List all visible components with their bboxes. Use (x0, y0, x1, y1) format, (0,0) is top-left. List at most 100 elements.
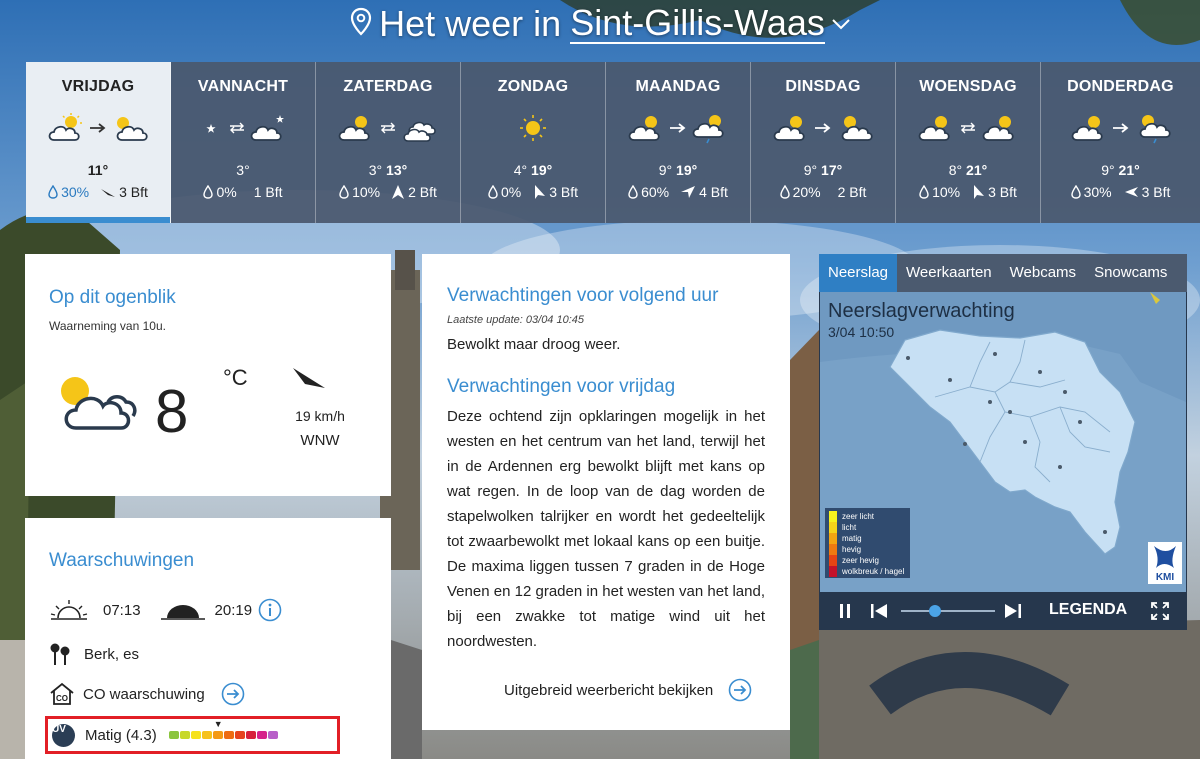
uv-index-row: UV Matig (4.3) ▼ (45, 716, 340, 754)
legend-label: wolkbreuk / hagel (842, 567, 905, 576)
legend-label: zeer licht (842, 512, 875, 521)
legend-row: matig (829, 533, 906, 544)
legend-row: wolkbreuk / hagel (829, 566, 906, 577)
day-icons (26, 108, 170, 148)
raindrop-icon (779, 185, 790, 199)
day-extra: 30% 3 Bft (26, 184, 170, 200)
rain-chance: 0% (216, 184, 237, 200)
shower-icon (1139, 115, 1171, 144)
tab-webcams[interactable]: Webcams (1001, 254, 1085, 292)
sun-times-row: 07:13 20:19 (49, 598, 282, 622)
min-temp: 4° (513, 162, 528, 178)
day-forecast-text: Deze ochtend zijn opklaringen mogelijk i… (447, 408, 765, 650)
min-temp: 8° (948, 162, 963, 178)
co-warning-text[interactable]: CO waarschuwing (83, 686, 205, 703)
raindrop-icon (48, 185, 58, 199)
night-cloud-icon (250, 115, 284, 141)
sun-icon (520, 115, 546, 141)
day-tile-donderdag[interactable]: DONDERDAG 9° 21° 30% 3 Bft (1041, 62, 1200, 223)
skip-forward-icon[interactable] (1004, 603, 1022, 619)
observation-time: Waarneming van 10u. (49, 319, 166, 333)
day-tile-zondag[interactable]: ZONDAG 4° 19° 0% 3 Bft (461, 62, 606, 223)
day-extra: 10% 2 Bft (316, 184, 460, 200)
wind-speed: 19 km/h (295, 408, 345, 424)
chevron-down-icon[interactable] (831, 17, 851, 31)
switch-arrows-icon (381, 122, 395, 134)
raindrop-icon (1070, 185, 1081, 199)
tab-neerslag[interactable]: Neerslag (819, 254, 898, 292)
day-temps: 3° (171, 162, 315, 178)
day-icons (171, 108, 315, 148)
arrow-circle-right-icon[interactable] (221, 682, 245, 706)
wind-arrow-icon (681, 186, 696, 198)
full-forecast-link-text[interactable]: Uitgebreid weerbericht bekijken (504, 682, 713, 699)
tab-weerkaarten[interactable]: Weerkaarten (897, 254, 1001, 292)
rain-chance: 0% (500, 184, 522, 200)
fullscreen-icon[interactable] (1151, 602, 1169, 620)
pollen-icon (50, 643, 70, 665)
max-temp: 13° (386, 162, 408, 178)
day-icons (1041, 108, 1200, 148)
day-extra: 60% 4 Bft (606, 184, 750, 200)
uv-marker: ▼ (213, 719, 223, 729)
day-temps: 9° 17° (751, 162, 895, 178)
skip-back-icon[interactable] (870, 603, 888, 619)
precipitation-legend: zeer licht licht matig hevig zeer hevig … (825, 508, 910, 578)
full-forecast-link[interactable]: Uitgebreid weerbericht bekijken (504, 678, 752, 702)
tab-snowcams[interactable]: Snowcams (1085, 254, 1176, 292)
day-extra: 10% 3 Bft (896, 184, 1040, 200)
day-tile-vannacht[interactable]: VANNACHT 3° 0% 1 Bft (171, 62, 316, 223)
partly-cloudy-icon (61, 377, 137, 430)
wind-direction: WNW (300, 432, 340, 449)
day-forecast-title: Verwachtingen voor vrijdag (447, 376, 676, 397)
day-temps: 11° (26, 162, 170, 178)
pause-icon[interactable] (838, 603, 852, 619)
pollen-text: Berk, es (84, 645, 140, 663)
day-temps: 3° 13° (316, 162, 460, 178)
sunset-time: 20:19 (214, 601, 253, 619)
legend-label: zeer hevig (842, 556, 879, 565)
legend-row: zeer hevig (829, 555, 906, 566)
day-temps: 9° 21° (1041, 162, 1200, 178)
day-tile-vrijdag[interactable]: VRIJDAG 11° 30% 3 Bft (26, 62, 171, 223)
day-name: DINSDAG (785, 78, 861, 95)
arrow-circle-right-icon[interactable] (728, 678, 752, 702)
radar-map[interactable]: Neerslagverwachting 3/04 10:50 zeer lich… (820, 292, 1186, 592)
uv-text: Matig (4.3) (85, 726, 157, 744)
temperature-unit: °C (223, 365, 248, 390)
partly-cloudy-icon (1071, 116, 1103, 141)
wind-arrow-icon (1124, 187, 1138, 197)
wind-force: 4 Bft (699, 184, 728, 200)
day-tile-maandag[interactable]: MAANDAG 9° 19° 60% 4 Bft (606, 62, 751, 223)
day-temps: 4° 19° (461, 162, 605, 178)
city-selector[interactable]: Sint-Gillis-Waas (570, 4, 825, 44)
wind-arrow-icon (974, 185, 985, 199)
rain-chance: 60% (641, 184, 670, 200)
pollen-row: Berk, es (49, 642, 139, 666)
legend-swatch (829, 544, 837, 555)
day-temps: 8° 21° (896, 162, 1040, 178)
day-tile-woensdag[interactable]: WOENSDAG 8° 21° 10% 3 Bft (896, 62, 1041, 223)
partly-cloudy-icon (982, 116, 1014, 141)
legend-button[interactable]: LEGENDA (1049, 601, 1127, 619)
forecast-card: Verwachtingen voor volgend uur Laatste u… (422, 254, 790, 730)
wind-force: 3 Bft (119, 184, 148, 200)
arrow-right-icon (670, 123, 686, 133)
time-slider[interactable] (899, 603, 997, 619)
partly-cloudy-icon (841, 116, 873, 141)
slider-handle[interactable] (929, 605, 941, 617)
legend-swatch (829, 522, 837, 533)
wind-force: 1 Bft (253, 184, 283, 200)
legend-label: hevig (842, 545, 862, 554)
radar-title: Neerslagverwachting (828, 300, 1015, 322)
legend-row: licht (829, 522, 906, 533)
update-time: Laatste update: 03/04 10:45 (447, 314, 585, 326)
raindrop-icon (339, 185, 349, 199)
day-name: ZATERDAG (343, 78, 433, 95)
rain-chance: 30% (61, 184, 90, 200)
wind-arrow-icon (101, 189, 116, 197)
day-tile-zaterdag[interactable]: ZATERDAG 3° 13° 10% 2 Bft (316, 62, 461, 223)
day-tile-dinsdag[interactable]: DINSDAG 9° 17° 20% 2 Bft (751, 62, 896, 223)
info-icon[interactable] (258, 598, 282, 622)
co-warning-row[interactable]: CO CO waarschuwing (49, 682, 245, 706)
